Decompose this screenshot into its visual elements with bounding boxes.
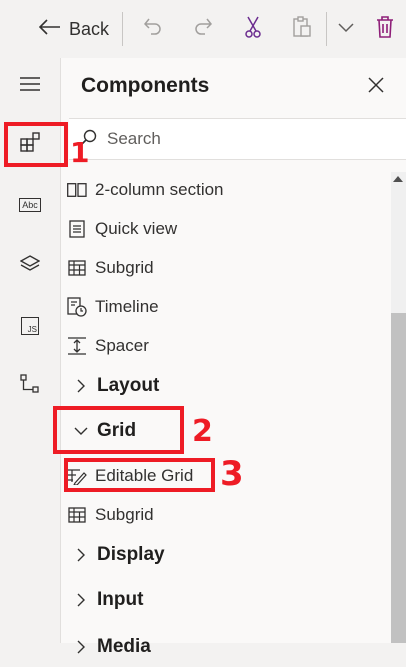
undo-icon — [143, 17, 163, 42]
layers-icon — [19, 254, 41, 278]
group-layout[interactable]: Layout — [61, 366, 391, 406]
list-item-label: Spacer — [95, 336, 149, 355]
delete-button[interactable] — [374, 10, 396, 48]
search-input[interactable] — [105, 125, 399, 153]
list-item-label: Timeline — [95, 297, 159, 316]
list-item[interactable]: Subgrid — [61, 250, 391, 286]
search-box[interactable] — [69, 118, 406, 160]
hamburger-button[interactable] — [0, 66, 60, 106]
chevron-right-icon — [73, 593, 89, 607]
list-item[interactable]: 2-column section — [61, 172, 391, 208]
cut-icon — [243, 16, 263, 43]
delete-icon — [376, 15, 394, 43]
form-libraries-tab[interactable]: JS — [0, 306, 60, 346]
command-bar: Back — [0, 0, 406, 58]
group-label: Media — [97, 636, 151, 657]
toolbar-divider — [122, 12, 123, 46]
hamburger-icon — [20, 76, 40, 96]
list-item-label: Subgrid — [95, 258, 154, 277]
annotation-number-1: 1 — [70, 136, 90, 169]
redo-button[interactable] — [190, 10, 216, 48]
scroll-up-arrow-icon[interactable] — [393, 176, 403, 182]
components-panel: Components 2-column section Quick view — [61, 58, 406, 657]
table-columns-tab[interactable]: Abc — [0, 185, 60, 225]
toolbar-divider — [326, 12, 327, 46]
list-item-label: Subgrid — [95, 505, 154, 524]
close-panel-button[interactable] — [364, 75, 388, 99]
list-item[interactable]: Timeline — [61, 289, 391, 325]
subgrid-icon — [67, 505, 87, 525]
tree-view-tab[interactable] — [0, 246, 60, 286]
timeline-icon — [67, 297, 87, 317]
annotation-number-2: 2 — [192, 414, 213, 449]
quick-view-icon — [67, 219, 87, 239]
paste-icon — [292, 15, 312, 43]
annotation-box-3 — [64, 458, 215, 492]
annotation-box-2 — [53, 406, 184, 454]
back-arrow-icon — [38, 18, 61, 40]
chevron-right-icon — [73, 640, 89, 654]
group-label: Input — [97, 589, 144, 610]
javascript-icon: JS — [21, 317, 39, 335]
list-item[interactable]: Spacer — [61, 328, 391, 364]
chevron-right-icon — [73, 379, 89, 393]
more-commands-button[interactable] — [335, 10, 357, 48]
cut-button[interactable] — [240, 10, 266, 48]
annotation-box-1 — [4, 122, 68, 167]
chevron-right-icon — [73, 548, 89, 562]
scrollbar-thumb[interactable] — [391, 313, 406, 643]
business-rules-tab[interactable] — [0, 366, 60, 406]
list-item-label: Quick view — [95, 219, 178, 238]
group-display[interactable]: Display — [61, 535, 391, 575]
undo-button[interactable] — [140, 10, 166, 48]
list-item[interactable]: Quick view — [61, 211, 391, 247]
spacer-icon — [67, 336, 87, 356]
back-button[interactable]: Back — [34, 10, 114, 48]
paste-button[interactable] — [289, 10, 315, 48]
group-media[interactable]: Media — [61, 627, 391, 667]
two-column-icon — [67, 180, 87, 200]
list-item[interactable]: Subgrid — [61, 497, 391, 533]
group-label: Display — [97, 544, 165, 565]
close-icon — [368, 76, 384, 98]
annotation-number-3: 3 — [220, 454, 244, 494]
subgrid-icon — [67, 258, 87, 278]
group-input[interactable]: Input — [61, 580, 391, 620]
tree-view-icon — [20, 373, 40, 399]
group-label: Layout — [97, 375, 160, 396]
back-label: Back — [68, 18, 110, 39]
javascript-icon-label: JS — [27, 325, 37, 334]
panel-title: Components — [81, 74, 210, 97]
redo-icon — [193, 17, 213, 42]
text-field-icon: Abc — [19, 198, 41, 212]
list-item-label: 2-column section — [95, 180, 224, 199]
chevron-down-icon — [338, 20, 354, 38]
